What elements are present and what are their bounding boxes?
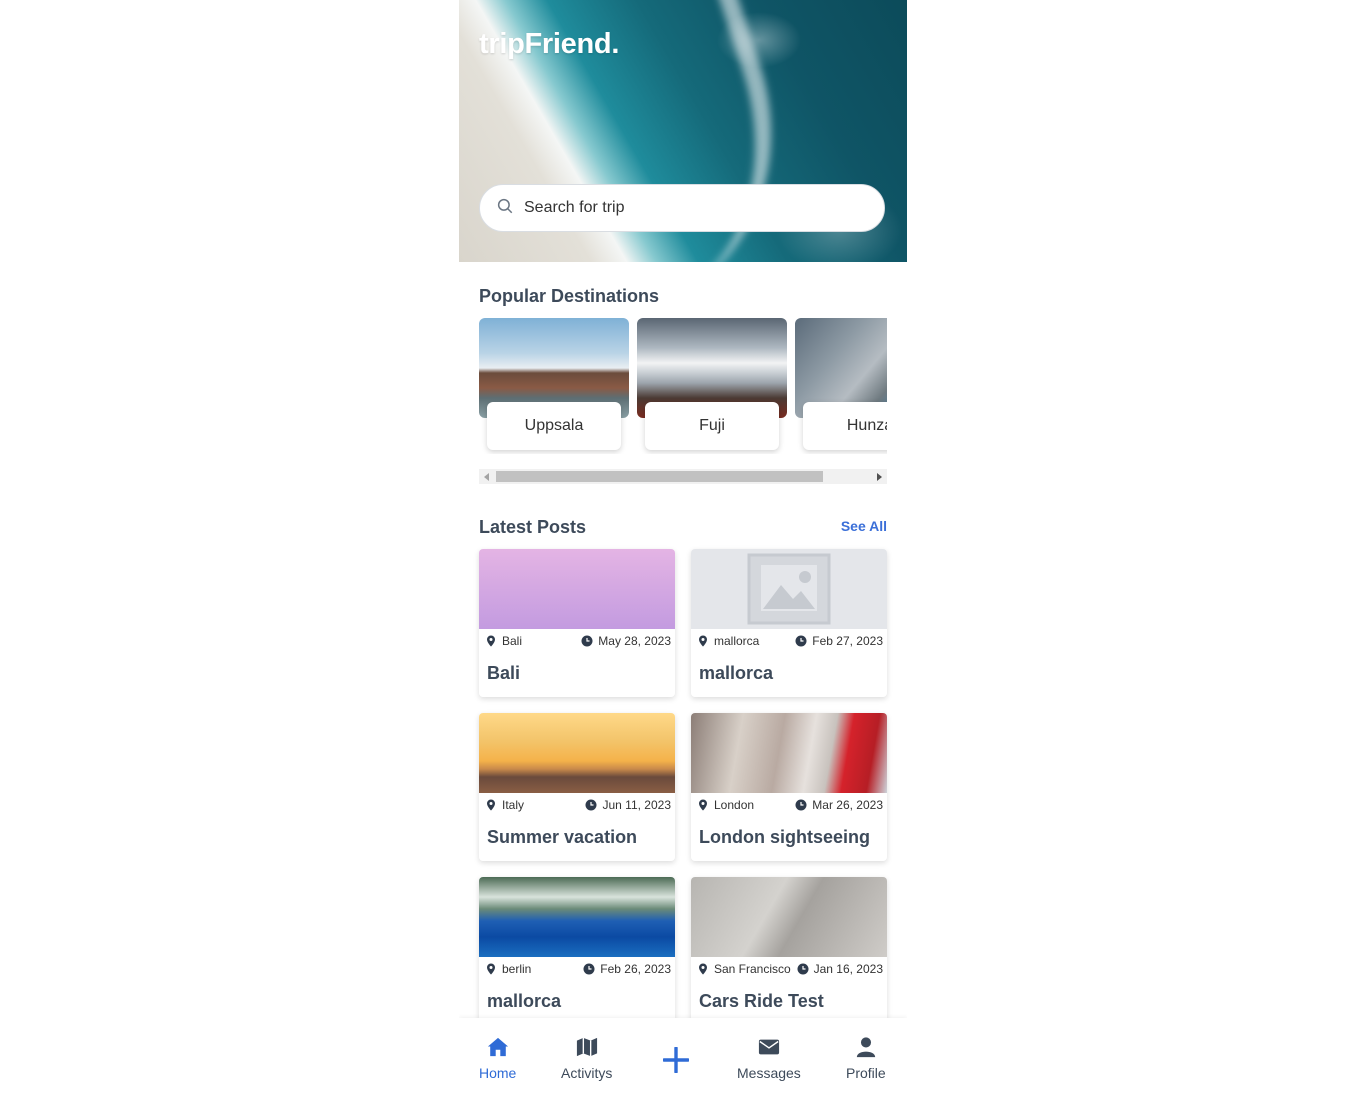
post-title: mallorca xyxy=(487,991,562,1011)
nav-home-label: Home xyxy=(479,1065,517,1081)
plus-icon xyxy=(662,1046,690,1074)
location-pin-icon xyxy=(699,963,707,975)
destinations-carousel[interactable]: Uppsala Fuji Hunza xyxy=(479,318,887,454)
add-post-button[interactable] xyxy=(662,1046,690,1074)
post-card[interactable]: Italy Jun 11, 2023 Summer vacation xyxy=(479,713,675,861)
location-pin-icon xyxy=(487,799,495,811)
clock-icon xyxy=(797,963,809,975)
post-card[interactable]: Bali May 28, 2023 Bali xyxy=(479,549,675,697)
post-image xyxy=(479,549,675,629)
destination-card-hunza[interactable]: Hunza xyxy=(795,318,887,454)
post-meta: berlin Feb 26, 2023 xyxy=(485,962,671,976)
post-location: London xyxy=(714,798,755,812)
post-date: Feb 27, 2023 xyxy=(812,634,883,648)
location-pin-icon xyxy=(487,635,495,647)
see-all-link[interactable]: See All xyxy=(841,518,887,534)
popular-destinations-title: Popular Destinations xyxy=(479,286,660,306)
destination-label: Hunza xyxy=(803,402,887,450)
post-image xyxy=(691,549,887,629)
destination-label: Uppsala xyxy=(487,402,621,450)
home-icon xyxy=(487,1037,508,1057)
app-screen: tripFriend. Popular Destinations Uppsala… xyxy=(459,0,907,1105)
post-date: Feb 26, 2023 xyxy=(600,962,671,976)
post-title: Cars Ride Test xyxy=(699,991,824,1011)
destination-card-uppsala[interactable]: Uppsala xyxy=(479,318,629,454)
post-image xyxy=(691,713,887,793)
user-icon xyxy=(856,1037,876,1058)
post-location: berlin xyxy=(502,962,532,976)
post-card[interactable]: mallorca Feb 27, 2023 mallorca xyxy=(691,549,887,697)
post-card[interactable]: San Francisco Jan 16, 2023 Cars Ride Tes… xyxy=(691,877,887,1025)
post-title: Summer vacation xyxy=(487,827,638,847)
post-card[interactable]: berlin Feb 26, 2023 mallorca xyxy=(479,877,675,1025)
post-title: Bali xyxy=(487,663,521,683)
destination-label: Fuji xyxy=(645,402,779,450)
hero-banner: tripFriend. xyxy=(459,0,907,262)
scrollbar-thumb[interactable] xyxy=(496,471,823,482)
scroll-right-arrow-icon[interactable] xyxy=(877,473,882,481)
post-meta: Italy Jun 11, 2023 xyxy=(485,798,671,812)
post-location: mallorca xyxy=(714,634,760,648)
post-date: May 28, 2023 xyxy=(598,634,671,648)
post-location: San Francisco xyxy=(714,962,791,976)
latest-posts-title: Latest Posts xyxy=(479,517,587,537)
post-image xyxy=(479,877,675,957)
post-title: mallorca xyxy=(699,663,774,683)
nav-activities-label: Activitys xyxy=(561,1065,613,1081)
post-meta: San Francisco Jan 16, 2023 xyxy=(697,962,883,976)
nav-messages-label: Messages xyxy=(737,1065,801,1081)
image-placeholder-icon xyxy=(747,553,831,625)
post-meta: mallorca Feb 27, 2023 xyxy=(697,634,883,648)
brand-logo: tripFriend. xyxy=(479,28,620,60)
clock-icon xyxy=(583,963,595,975)
post-date: Jun 11, 2023 xyxy=(602,798,671,812)
location-pin-icon xyxy=(699,799,707,811)
location-pin-icon xyxy=(699,635,707,647)
post-date: Mar 26, 2023 xyxy=(812,798,883,812)
nav-messages[interactable]: Messages xyxy=(737,1036,801,1081)
nav-profile-label: Profile xyxy=(846,1065,886,1081)
clock-icon xyxy=(581,635,593,647)
bottom-nav: Home Activitys Messages Profile xyxy=(459,1018,907,1105)
location-pin-icon xyxy=(487,963,495,975)
nav-home[interactable]: Home xyxy=(479,1036,516,1081)
post-date: Jan 16, 2023 xyxy=(813,962,883,976)
clock-icon xyxy=(795,799,807,811)
scroll-left-arrow-icon[interactable] xyxy=(484,473,489,481)
post-card[interactable]: London Mar 26, 2023 London sightseeing xyxy=(691,713,887,861)
clock-icon xyxy=(585,799,597,811)
map-icon xyxy=(576,1037,597,1057)
post-location: Italy xyxy=(502,798,525,812)
post-image xyxy=(479,713,675,793)
destination-card-fuji[interactable]: Fuji xyxy=(637,318,787,454)
search-bar[interactable] xyxy=(479,184,885,232)
nav-activities[interactable]: Activitys xyxy=(561,1036,612,1081)
post-title: London sightseeing xyxy=(699,827,870,847)
post-image xyxy=(691,877,887,957)
search-input[interactable] xyxy=(522,198,866,218)
post-meta: London Mar 26, 2023 xyxy=(697,798,883,812)
carousel-scrollbar[interactable] xyxy=(479,469,887,484)
clock-icon xyxy=(795,635,807,647)
search-icon xyxy=(496,197,514,220)
envelope-icon xyxy=(758,1039,779,1055)
post-location: Bali xyxy=(502,634,523,648)
nav-profile[interactable]: Profile xyxy=(846,1036,886,1081)
post-meta: Bali May 28, 2023 xyxy=(485,634,671,648)
